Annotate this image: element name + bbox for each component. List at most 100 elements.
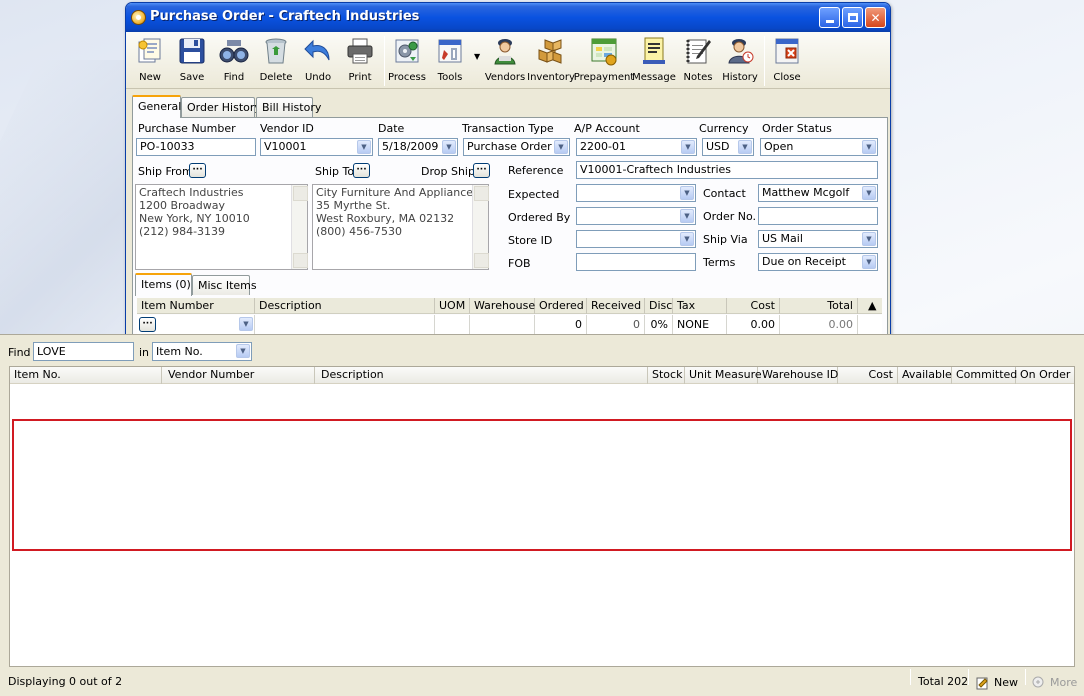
column-header[interactable]: Received (587, 298, 645, 314)
tax-cell[interactable]: NONE (673, 315, 727, 335)
message-button[interactable]: Message (631, 35, 677, 87)
title-bar[interactable]: Purchase Order - Craftech Industries ✕ (126, 3, 890, 32)
chevron-down-icon[interactable]: ▼ (862, 186, 876, 200)
warehouse-cell[interactable] (470, 315, 535, 335)
tools-dropdown-arrow-icon[interactable]: ▼ (474, 52, 480, 61)
column-header[interactable]: Committed (952, 367, 1017, 384)
chevron-down-icon[interactable]: ▼ (862, 140, 876, 154)
order-status-select[interactable]: Open ▼ (760, 138, 878, 156)
disc-cell[interactable]: 0% (645, 315, 673, 335)
close-button[interactable]: Close (764, 35, 810, 87)
column-header[interactable]: Cost (838, 367, 898, 384)
save-button[interactable]: Save (169, 35, 215, 87)
column-header[interactable]: Description (255, 298, 435, 314)
inventory-button[interactable]: Inventory (527, 35, 575, 87)
find-results-grid[interactable]: Item No. Vendor Number Description Stock… (9, 366, 1075, 667)
table-row[interactable]: ··· ▼ 0 0 0% NONE 0.00 0.00 (137, 315, 882, 335)
column-header[interactable]: Available (898, 367, 952, 384)
prepayment-button[interactable]: Prepayment (574, 35, 634, 87)
ap-account-select[interactable]: 2200-01 ▼ (576, 138, 697, 156)
maximize-button[interactable] (842, 7, 863, 28)
new-item-button[interactable]: New (975, 672, 1023, 692)
chevron-down-icon[interactable]: ▼ (680, 232, 694, 246)
ship-from-scrollbar[interactable] (291, 185, 308, 269)
column-header[interactable]: Warehouse ID (758, 367, 838, 384)
ship-to-address[interactable]: City Furniture And Appliance 35 Myrthe S… (312, 184, 489, 270)
item-number-cell[interactable]: ··· ▼ (137, 315, 255, 335)
item-lookup-button[interactable]: ··· (139, 317, 156, 332)
tab-general[interactable]: General (132, 95, 181, 118)
column-header[interactable]: UOM (435, 298, 470, 314)
contact-select[interactable]: Matthew Mcgolf ▼ (758, 184, 878, 202)
drop-ship-lookup-button[interactable]: ··· (473, 163, 490, 178)
column-header[interactable]: Cost (727, 298, 780, 314)
tools-button[interactable]: Tools (427, 35, 473, 87)
column-header[interactable]: Vendor Number (162, 367, 315, 384)
description-cell[interactable] (255, 315, 435, 335)
column-header[interactable]: Item Number (137, 298, 255, 314)
column-header[interactable]: Ordered (535, 298, 587, 314)
ship-from-address[interactable]: Craftech Industries 1200 Broadway New Yo… (135, 184, 308, 270)
chevron-down-icon[interactable]: ▼ (442, 140, 456, 154)
ship-to-lookup-button[interactable]: ··· (353, 163, 370, 178)
process-button[interactable]: Process (384, 35, 430, 87)
fob-field[interactable] (576, 253, 696, 271)
column-header[interactable]: Tax (673, 298, 727, 314)
column-header[interactable]: Warehouse (470, 298, 535, 314)
cost-cell[interactable]: 0.00 (727, 315, 780, 335)
ship-via-select[interactable]: US Mail ▼ (758, 230, 878, 248)
vendor-id-select[interactable]: V10001 ▼ (260, 138, 373, 156)
uom-cell[interactable] (435, 315, 470, 335)
chevron-down-icon[interactable]: ▼ (357, 140, 371, 154)
ordered-cell[interactable]: 0 (535, 315, 587, 335)
vendors-button[interactable]: Vendors (482, 35, 528, 87)
print-button[interactable]: Print (337, 35, 383, 87)
column-header[interactable]: Total (780, 298, 858, 314)
column-header[interactable]: On Order (1016, 367, 1074, 384)
date-select[interactable]: 5/18/2009 ▼ (378, 138, 458, 156)
find-search-input[interactable]: LOVE (33, 342, 134, 361)
chevron-down-icon[interactable]: ▼ (239, 317, 253, 331)
minimize-button[interactable] (819, 7, 840, 28)
ship-from-lookup-button[interactable]: ··· (189, 163, 206, 178)
expected-select[interactable]: ▼ (576, 184, 696, 202)
chevron-down-icon[interactable]: ▼ (680, 209, 694, 223)
transaction-type-select[interactable]: Purchase Order ▼ (463, 138, 570, 156)
tab-order-history[interactable]: Order History (181, 97, 261, 117)
reference-field[interactable]: V10001-Craftech Industries (576, 161, 878, 179)
order-no-field[interactable] (758, 207, 878, 225)
column-header[interactable]: Unit Measure (685, 367, 762, 384)
currency-select[interactable]: USD ▼ (702, 138, 754, 156)
chevron-down-icon[interactable]: ▼ (862, 232, 876, 246)
ordered-by-select[interactable]: ▼ (576, 207, 696, 225)
chevron-down-icon[interactable]: ▼ (680, 186, 694, 200)
new-button[interactable]: New (127, 35, 173, 87)
close-window-button[interactable]: ✕ (865, 7, 886, 28)
chevron-down-icon[interactable]: ▼ (554, 140, 568, 154)
chevron-down-icon[interactable]: ▼ (738, 140, 752, 154)
ship-to-scrollbar[interactable] (472, 185, 489, 269)
item-number-dropdown[interactable]: ▼ (235, 317, 253, 332)
history-button[interactable]: History (717, 35, 763, 87)
more-button[interactable]: More (1031, 672, 1079, 692)
column-header[interactable]: Item No. (10, 367, 162, 384)
notes-button[interactable]: Notes (675, 35, 721, 87)
delete-button[interactable]: Delete (253, 35, 299, 87)
chevron-down-icon[interactable]: ▼ (862, 255, 876, 269)
undo-button[interactable]: Undo (295, 35, 341, 87)
store-id-label: Store ID (508, 234, 553, 247)
grid-scroll-up-icon[interactable]: ▲ (864, 298, 880, 314)
find-in-select[interactable]: Item No. ▼ (152, 342, 252, 361)
column-header[interactable]: Description (315, 367, 648, 384)
column-header[interactable]: Stock (648, 367, 685, 384)
find-button[interactable]: Find (211, 35, 257, 87)
chevron-down-icon[interactable]: ▼ (236, 344, 250, 358)
tab-bill-history[interactable]: Bill History (256, 97, 321, 117)
terms-select[interactable]: Due on Receipt ▼ (758, 253, 878, 271)
chevron-down-icon[interactable]: ▼ (681, 140, 695, 154)
tab-items[interactable]: Items (0) (135, 273, 192, 296)
tab-misc-items[interactable]: Misc Items (192, 275, 257, 295)
store-id-select[interactable]: ▼ (576, 230, 696, 248)
purchase-number-field[interactable]: PO-10033 (136, 138, 256, 156)
column-header[interactable]: Disc (645, 298, 673, 314)
